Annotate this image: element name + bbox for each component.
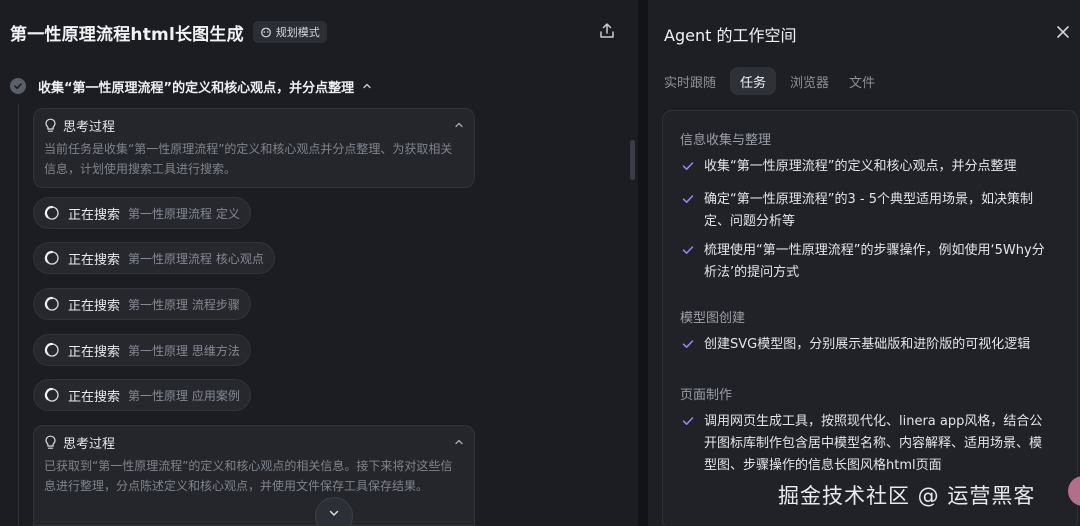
search-query: 第一性原理流程 核心观点 [128,251,264,266]
chevron-up-icon[interactable] [454,120,464,130]
search-spinner-icon [44,342,59,357]
tab-tasks[interactable]: 任务 [730,67,777,95]
check-icon [682,340,694,348]
tab-browser[interactable]: 浏览器 [780,67,839,95]
search-query: 第一性原理 流程步骤 [128,297,240,312]
task-item: 调用网页生成工具，按照现代化、linera app风格，结合公开图标库制作包含居… [682,411,1054,477]
step-header[interactable]: 收集“第一性原理流程”的定义和核心观点，并分点整理 [10,76,372,96]
check-icon [682,417,694,425]
task-text: 确定“第一性原理流程”的3 - 5个典型适用场景，如决策制定、问题分析等 [704,192,1033,229]
task-text: 创建SVG模型图，分别展示基础版和进阶版的可视化逻辑 [704,337,1031,352]
watermark: 掘金技术社区 @ 运营黑客 [778,484,1036,508]
check-icon [682,195,694,203]
close-icon[interactable] [1056,25,1070,39]
chevron-down-icon [329,510,339,516]
section-title: 信息收集与整理 [680,133,772,148]
chat-header: 第一性原理流程html长图生成 规划模式 [0,0,638,64]
task-item: 创建SVG模型图，分别展示基础版和进阶版的可视化逻辑 [682,334,1054,356]
search-label: 正在搜索 [68,252,121,268]
task-panel: 信息收集与整理 收集“第一性原理流程”的定义和核心观点，并分点整理 确定“第一性… [662,110,1078,526]
section-title: 页面制作 [680,388,733,403]
tab-live-follow[interactable]: 实时跟随 [662,67,726,95]
thinking-label: 思考过程 [63,436,116,452]
step-complete-icon [10,78,26,94]
task-item: 梳理使用“第一性原理流程”的步骤操作，例如使用‘5Why分析法’的提问方式 [682,240,1054,284]
thinking-card-header[interactable]: 思考过程 [44,433,464,452]
thinking-text: 当前任务是收集“第一性原理流程”的定义和核心观点并分点整理、为获取相关信息，计划… [44,142,453,176]
search-step[interactable]: 正在搜索 第一性原理 流程步骤 [33,288,251,320]
thinking-card: 思考过程 已获取到“第一性原理流程”的定义和核心观点的相关信息。接下来将对这些信… [33,425,475,526]
search-query: 第一性原理流程 定义 [128,206,240,221]
thinking-card: 思考过程 当前任务是收集“第一性原理流程”的定义和核心观点并分点整理、为获取相关… [33,108,475,188]
search-query: 第一性原理 思维方法 [128,343,240,358]
search-query: 第一性原理 应用案例 [128,388,240,403]
search-step[interactable]: 正在搜索 第一性原理流程 定义 [33,197,251,229]
thinking-label: 思考过程 [63,119,116,135]
planning-mode-icon [260,27,271,38]
search-label: 正在搜索 [68,344,121,360]
lightbulb-icon [45,118,56,132]
lightbulb-icon [45,435,56,449]
workspace-tabs: 实时跟随 任务 浏览器 文件 [662,66,885,96]
pane-divider[interactable] [638,0,648,526]
timeline-line [18,104,19,526]
workspace-title: Agent 的工作空间 [664,26,797,45]
page-title: 第一性原理流程html长图生成 [10,24,244,45]
agent-workspace-pane: Agent 的工作空间 实时跟随 任务 浏览器 文件 信息收集与整理 收集“第一… [648,0,1080,526]
search-spinner-icon [44,296,59,311]
chevron-up-icon[interactable] [454,437,464,447]
planning-mode-badge[interactable]: 规划模式 [252,21,327,43]
search-spinner-icon [44,205,59,220]
search-spinner-icon [44,250,59,265]
search-label: 正在搜索 [68,298,121,314]
task-item: 确定“第一性原理流程”的3 - 5个典型适用场景，如决策制定、问题分析等 [682,189,1054,233]
task-text: 收集“第一性原理流程”的定义和核心观点，并分点整理 [704,159,1017,174]
tab-files[interactable]: 文件 [839,67,885,95]
thinking-card-header[interactable]: 思考过程 [44,116,464,135]
step-title: 收集“第一性原理流程”的定义和核心观点，并分点整理 [38,80,355,96]
task-item: 收集“第一性原理流程”的定义和核心观点，并分点整理 [682,156,1054,178]
chat-pane: 第一性原理流程html长图生成 规划模式 收集“第一性原理流程”的定义和核心观点… [0,0,638,526]
search-spinner-icon [44,387,59,402]
check-icon [682,246,694,254]
chevron-up-icon[interactable] [362,81,372,91]
share-icon[interactable] [598,22,616,40]
check-icon [682,162,694,170]
search-step[interactable]: 正在搜索 第一性原理 应用案例 [33,379,251,411]
task-text: 梳理使用“第一性原理流程”的步骤操作，例如使用‘5Why分析法’的提问方式 [704,243,1045,280]
search-step[interactable]: 正在搜索 第一性原理流程 核心观点 [33,242,275,274]
search-label: 正在搜索 [68,389,121,405]
planning-mode-label: 规划模式 [275,26,320,39]
thinking-text: 已获取到“第一性原理流程”的定义和核心观点的相关信息。接下来将对这些信息进行整理… [44,459,453,493]
search-step[interactable]: 正在搜索 第一性原理 思维方法 [33,334,251,366]
scrollbar-thumb[interactable] [630,140,635,180]
section-title: 模型图创建 [680,311,746,326]
task-text: 调用网页生成工具，按照现代化、linera app风格，结合公开图标库制作包含居… [704,414,1043,473]
search-label: 正在搜索 [68,207,121,223]
